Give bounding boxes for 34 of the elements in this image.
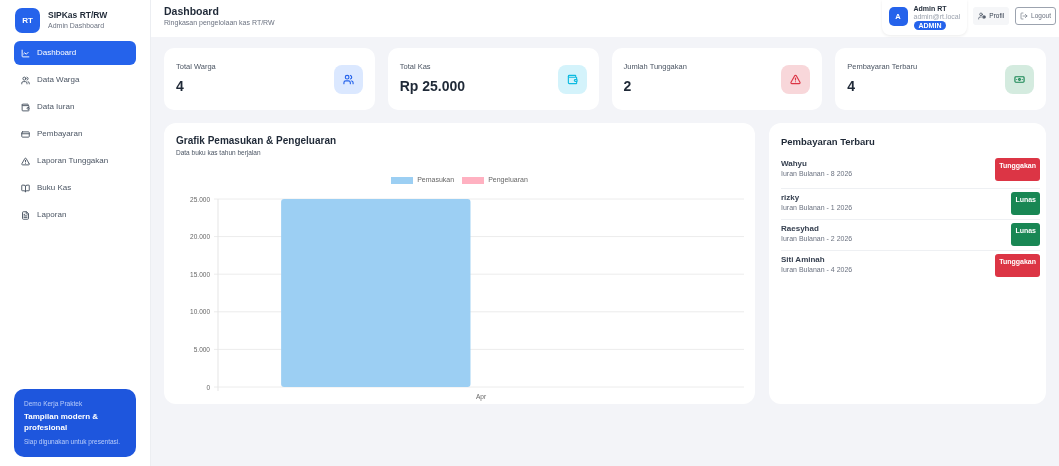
brand-logo: RT bbox=[15, 8, 40, 33]
payer-name: Siti Aminah bbox=[781, 254, 826, 266]
banknote-icon bbox=[1014, 73, 1025, 85]
payer-name: Raesyhad bbox=[781, 223, 820, 235]
payer-name: rizky bbox=[781, 192, 801, 204]
nav-item[interactable]: Laporan Tunggakan bbox=[14, 149, 136, 173]
nav-item[interactable]: Laporan bbox=[14, 203, 136, 227]
brand-name: SIPKas RT/RW bbox=[48, 9, 108, 21]
user-settings-icon bbox=[978, 12, 987, 20]
nav-item[interactable]: Dashboard bbox=[14, 41, 136, 65]
warning-icon bbox=[21, 156, 30, 166]
stat-value: Rp 25.000 bbox=[399, 76, 466, 96]
card-icon bbox=[21, 129, 30, 139]
payer-name: Wahyu bbox=[781, 158, 808, 170]
warning-icon bbox=[790, 73, 802, 85]
chart-title: Grafik Pemasukan & Pengeluaran bbox=[176, 134, 338, 148]
promo-title: Tampilan modern & profesional bbox=[24, 411, 100, 433]
nav-item[interactable]: Buku Kas bbox=[14, 176, 136, 200]
nav-item[interactable]: Pembayaran bbox=[14, 122, 136, 146]
users-icon bbox=[342, 73, 354, 85]
payments-title: Pembayaran Terbaru bbox=[781, 135, 876, 149]
users-icon bbox=[21, 75, 30, 85]
nav-item[interactable]: Data Iuran bbox=[14, 95, 136, 119]
wallet-icon bbox=[21, 102, 30, 112]
chart-line-icon bbox=[21, 48, 30, 58]
nav-item[interactable]: Data Warga bbox=[14, 68, 136, 92]
page-title: Dashboard bbox=[164, 5, 220, 18]
stat-value: 2 bbox=[623, 76, 633, 96]
document-icon bbox=[21, 210, 30, 220]
logout-icon bbox=[1020, 12, 1029, 20]
book-icon bbox=[21, 183, 30, 193]
stat-value: 4 bbox=[847, 76, 857, 96]
wallet-icon bbox=[566, 73, 578, 85]
stat-value: 4 bbox=[176, 76, 185, 96]
